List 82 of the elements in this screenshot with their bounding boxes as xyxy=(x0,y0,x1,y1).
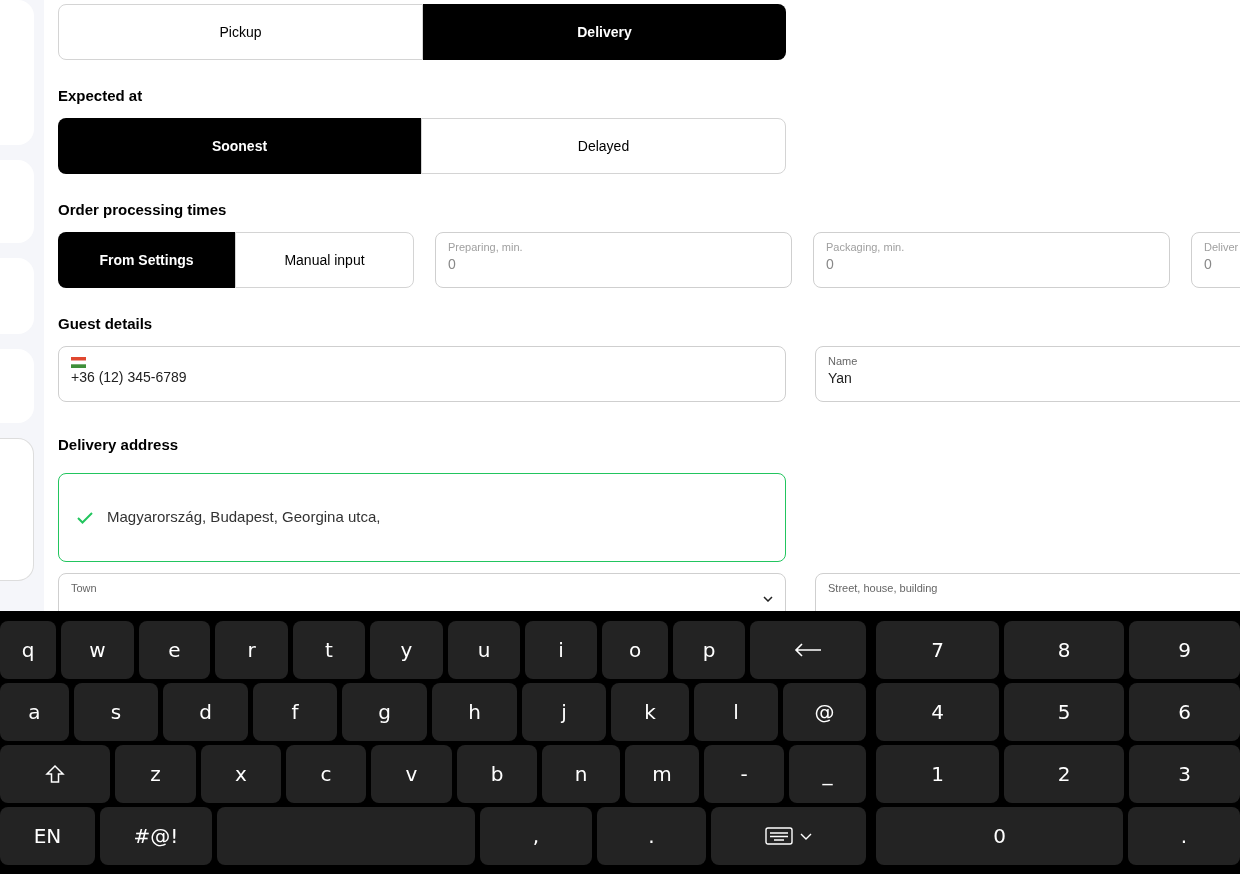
field-value: 0 xyxy=(448,255,457,274)
keyboard-key[interactable]: #@! xyxy=(100,807,212,865)
section-heading: Expected at xyxy=(58,86,144,106)
phone-field[interactable]: +36 (12) 345-6789 xyxy=(58,346,786,402)
field-label: Packaging, min. xyxy=(826,240,906,254)
address-suggestion[interactable]: Magyarország, Budapest, Georgina utca, xyxy=(58,473,786,562)
section-heading: Delivery address xyxy=(58,435,180,455)
input-field[interactable]: Preparing, min. 0 xyxy=(435,232,792,288)
keyboard-key[interactable]: p xyxy=(673,621,745,679)
keyboard-key[interactable]: 1 xyxy=(876,745,999,803)
keyboard-key[interactable]: j xyxy=(522,683,606,741)
section-heading: Order processing times xyxy=(58,200,228,220)
keyboard-key[interactable]: x xyxy=(201,745,281,803)
keyboard-key[interactable]: y xyxy=(370,621,443,679)
keyboard-key[interactable]: q xyxy=(0,621,56,679)
field-label: Town xyxy=(71,581,98,595)
keyboard-key[interactable]: 0 xyxy=(876,807,1123,865)
segment-tab[interactable]: Delivery xyxy=(423,4,786,60)
chevron-down-icon xyxy=(763,596,773,602)
keyboard-key[interactable]: 3 xyxy=(1129,745,1240,803)
keyboard-key[interactable]: t xyxy=(293,621,365,679)
keyboard-key[interactable]: , xyxy=(480,807,592,865)
keyboard-key[interactable]: 2 xyxy=(1004,745,1124,803)
keyboard-key[interactable]: c xyxy=(286,745,366,803)
keyboard-key[interactable]: h xyxy=(432,683,517,741)
keyboard-key[interactable]: 4 xyxy=(876,683,999,741)
keyboard-key[interactable]: w xyxy=(61,621,134,679)
field-value: 0 xyxy=(1204,255,1213,274)
keyboard-key[interactable]: z xyxy=(115,745,196,803)
keyboard-hide-icon xyxy=(764,826,813,846)
keyboard-key[interactable]: _ xyxy=(789,745,866,803)
field-label: Deliver xyxy=(1204,240,1240,254)
keyboard-key[interactable]: - xyxy=(704,745,784,803)
keyboard-key[interactable]: k xyxy=(611,683,689,741)
segment-tab[interactable]: Pickup xyxy=(58,4,423,60)
keyboard-key[interactable]: a xyxy=(0,683,69,741)
space-key[interactable] xyxy=(217,807,475,865)
field-value: Yan xyxy=(828,369,853,388)
keyboard-key[interactable]: l xyxy=(694,683,778,741)
keyboard-key[interactable]: 9 xyxy=(1129,621,1240,679)
keyboard-key[interactable]: i xyxy=(525,621,597,679)
keyboard-key[interactable]: u xyxy=(448,621,520,679)
field-label: Name xyxy=(828,354,859,368)
keyboard-key[interactable]: d xyxy=(163,683,248,741)
keyboard-key[interactable]: g xyxy=(342,683,427,741)
hide-key[interactable] xyxy=(711,807,866,865)
shift-icon xyxy=(45,764,65,784)
keyboard-key[interactable]: 6 xyxy=(1129,683,1240,741)
keyboard-key[interactable]: n xyxy=(542,745,620,803)
backspace-key[interactable] xyxy=(750,621,866,679)
segment-tab[interactable]: From Settings xyxy=(58,232,235,288)
input-field[interactable]: Packaging, min. 0 xyxy=(813,232,1170,288)
field-label: Preparing, min. xyxy=(448,240,524,254)
backspace-icon xyxy=(794,643,822,657)
segment-tab[interactable]: Soonest xyxy=(58,118,421,174)
keyboard-key[interactable]: @ xyxy=(783,683,866,741)
flag-icon xyxy=(71,357,86,368)
keyboard-key[interactable]: v xyxy=(371,745,452,803)
section-heading: Guest details xyxy=(58,314,154,334)
keyboard-key[interactable]: 8 xyxy=(1004,621,1124,679)
keyboard-key[interactable]: m xyxy=(625,745,699,803)
segment-tab[interactable]: Manual input xyxy=(235,232,414,288)
keyboard-key[interactable]: 5 xyxy=(1004,683,1124,741)
input-field[interactable]: Name Yan xyxy=(815,346,1240,402)
segment-tab[interactable]: Delayed xyxy=(421,118,786,174)
keyboard-key[interactable]: . xyxy=(1128,807,1240,865)
shift-key[interactable] xyxy=(0,745,110,803)
keyboard-key[interactable]: . xyxy=(597,807,706,865)
address-text: Magyarország, Budapest, Georgina utca, xyxy=(107,507,381,528)
check-icon xyxy=(77,511,93,524)
field-label: Street, house, building xyxy=(828,581,939,595)
phone-value: +36 (12) 345-6789 xyxy=(71,368,188,386)
keyboard-key[interactable]: s xyxy=(74,683,158,741)
input-field[interactable]: Deliver 0 xyxy=(1191,232,1240,288)
keyboard-key[interactable]: r xyxy=(215,621,288,679)
keyboard-key[interactable]: EN xyxy=(0,807,95,865)
keyboard-key[interactable]: o xyxy=(602,621,668,679)
keyboard-key[interactable]: 7 xyxy=(876,621,999,679)
field-value: 0 xyxy=(826,255,835,274)
keyboard-key[interactable]: b xyxy=(457,745,537,803)
keyboard-key[interactable]: f xyxy=(253,683,337,741)
keyboard-key[interactable]: e xyxy=(139,621,210,679)
